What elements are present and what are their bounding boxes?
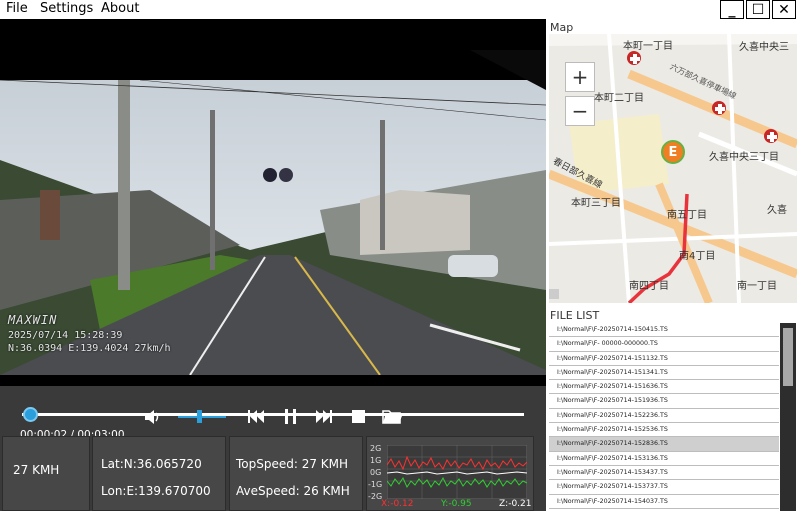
brand-watermark: MAXWIN — [8, 313, 58, 327]
map-label: 久喜 — [767, 205, 787, 216]
file-list: I:\Normal\F\F-20250714-150415.TS I:\Norma… — [549, 323, 779, 511]
gsensor-graph — [387, 445, 527, 499]
dashcam-scene — [0, 50, 546, 375]
map-label: 本町一丁目 — [623, 41, 673, 52]
hospital-icon — [630, 54, 640, 64]
map-label: 本町二丁目 — [594, 93, 644, 104]
file-list-item[interactable]: I:\Normal\F\F-20250714-151636.TS — [549, 380, 779, 395]
previous-icon[interactable] — [247, 409, 265, 424]
map-label: 本町三丁目 — [571, 198, 621, 209]
end-marker[interactable]: E — [661, 140, 685, 164]
gsensor-tick-0g: 0G — [370, 468, 382, 477]
map-label: 南一丁目 — [737, 281, 777, 292]
file-list-item[interactable]: I:\Normal\F\F-20250714-152236.TS — [549, 409, 779, 424]
map-label: 久喜中央三丁目 — [709, 152, 779, 163]
file-list-scrollbar[interactable] — [780, 323, 796, 511]
map-label: 南4丁目 — [679, 251, 716, 262]
gsensor-tick-neg1g: -1G — [368, 480, 383, 489]
volume-icon[interactable] — [143, 408, 161, 426]
gsensor-z-value: Z:-0.21 — [499, 499, 532, 509]
folder-open-icon[interactable] — [382, 408, 402, 424]
latitude: Lat:N:36.065720 — [101, 457, 202, 471]
current-speed: 27 KMH — [13, 463, 60, 477]
next-icon[interactable] — [315, 409, 333, 424]
file-list-item[interactable]: I:\Normal\F\F-20250714-151132.TS — [549, 352, 779, 366]
player-panel: MAXWIN 2025/07/14 15:28:39 N:36.0394 E:1… — [0, 19, 546, 511]
gps-box: Lat:N:36.065720 Lon:E:139.670700 — [92, 436, 226, 511]
volume-slider[interactable] — [178, 416, 226, 418]
file-list-item[interactable]: I:\Normal\F\F-20250714-154037.TS — [549, 495, 779, 509]
file-list-item[interactable]: I:\Normal\F\F-20250714-151936.TS — [549, 394, 779, 409]
menu-bar: File Settings About — [0, 0, 720, 19]
file-list-item[interactable]: I:\Normal\F\F- 00000-000000.TS — [549, 337, 779, 352]
average-speed: AveSpeed: 26 KMH — [236, 484, 350, 498]
dashcam-viewer-window: File Settings About _ ☐ ✕ MAXWIN 2025/07… — [0, 0, 800, 511]
file-list-item[interactable]: I:\Normal\F\F-20250714-152536.TS — [549, 423, 779, 438]
speed-stats-box: TopSpeed: 27 KMH AveSpeed: 26 KMH — [229, 436, 363, 511]
zoom-in-button[interactable]: + — [565, 62, 595, 92]
close-button[interactable]: ✕ — [772, 0, 796, 19]
scrollbar-thumb[interactable] — [783, 328, 793, 386]
window-controls: _ ☐ ✕ — [720, 0, 800, 19]
map-label: 久喜中央三 — [739, 42, 789, 53]
pause-icon[interactable] — [284, 408, 298, 425]
gsensor-tick-2g: 2G — [370, 444, 382, 453]
minimize-button[interactable]: _ — [720, 0, 744, 19]
map-label: 南五丁目 — [667, 210, 707, 221]
hospital-icon — [767, 132, 777, 142]
maximize-button[interactable]: ☐ — [746, 0, 770, 19]
seek-bar[interactable] — [22, 413, 524, 416]
map-label: 南四丁目 — [629, 281, 669, 292]
gsensor-x-value: X:-0.12 — [381, 499, 414, 509]
menu-about[interactable]: About — [101, 1, 139, 16]
side-panel: Map + − E 本町一丁目 六万部久喜停車場線 久喜中央三 本町二丁目 久喜… — [546, 19, 800, 511]
gsensor-box: 2G 1G 0G -1G -2G X:-0.12 Y:-0.95 Z:-0.21 — [366, 436, 534, 511]
gsensor-tick-1g: 1G — [370, 456, 382, 465]
video-frame[interactable]: MAXWIN 2025/07/14 15:28:39 N:36.0394 E:1… — [0, 50, 546, 375]
stop-icon[interactable] — [352, 410, 365, 423]
seek-thumb[interactable] — [23, 407, 39, 422]
menu-file[interactable]: File — [6, 1, 28, 16]
file-list-item[interactable]: I:\Normal\F\F-20250714-153737.TS — [549, 480, 779, 495]
video-gps-speed: N:36.0394 E:139.4024 27km/h — [8, 343, 171, 354]
gsensor-y-value: Y:-0.95 — [441, 499, 472, 509]
playback-controls: 00:00:02 / 00:03:00 — [0, 386, 546, 441]
speed-box: 27 KMH — [2, 436, 90, 511]
file-list-item[interactable]: I:\Normal\F\F-20250714-151341.TS — [549, 366, 779, 381]
hospital-icon — [715, 104, 725, 114]
menu-settings[interactable]: Settings — [40, 1, 93, 16]
telemetry-row: 27 KMH Lat:N:36.065720 Lon:E:139.670700 … — [0, 436, 546, 511]
map-title: Map — [550, 21, 574, 34]
top-speed: TopSpeed: 27 KMH — [236, 457, 349, 471]
file-list-item[interactable]: I:\Normal\F\F-20250714-150415.TS — [549, 323, 779, 338]
file-list-title: FILE LIST — [550, 309, 600, 322]
file-list-item[interactable]: I:\Normal\F\F-20250714-152836.TS — [549, 437, 779, 452]
zoom-out-button[interactable]: − — [565, 96, 595, 126]
map-view[interactable]: + − E 本町一丁目 六万部久喜停車場線 久喜中央三 本町二丁目 久喜中央三丁… — [549, 34, 797, 303]
longitude: Lon:E:139.670700 — [101, 484, 211, 498]
file-list-item[interactable]: I:\Normal\F\F-20250714-153437.TS — [549, 466, 779, 481]
volume-thumb[interactable] — [197, 410, 202, 423]
video-timestamp: 2025/07/14 15:28:39 — [8, 330, 123, 341]
file-list-item[interactable]: I:\Normal\F\F-20250714-153136.TS — [549, 452, 779, 466]
